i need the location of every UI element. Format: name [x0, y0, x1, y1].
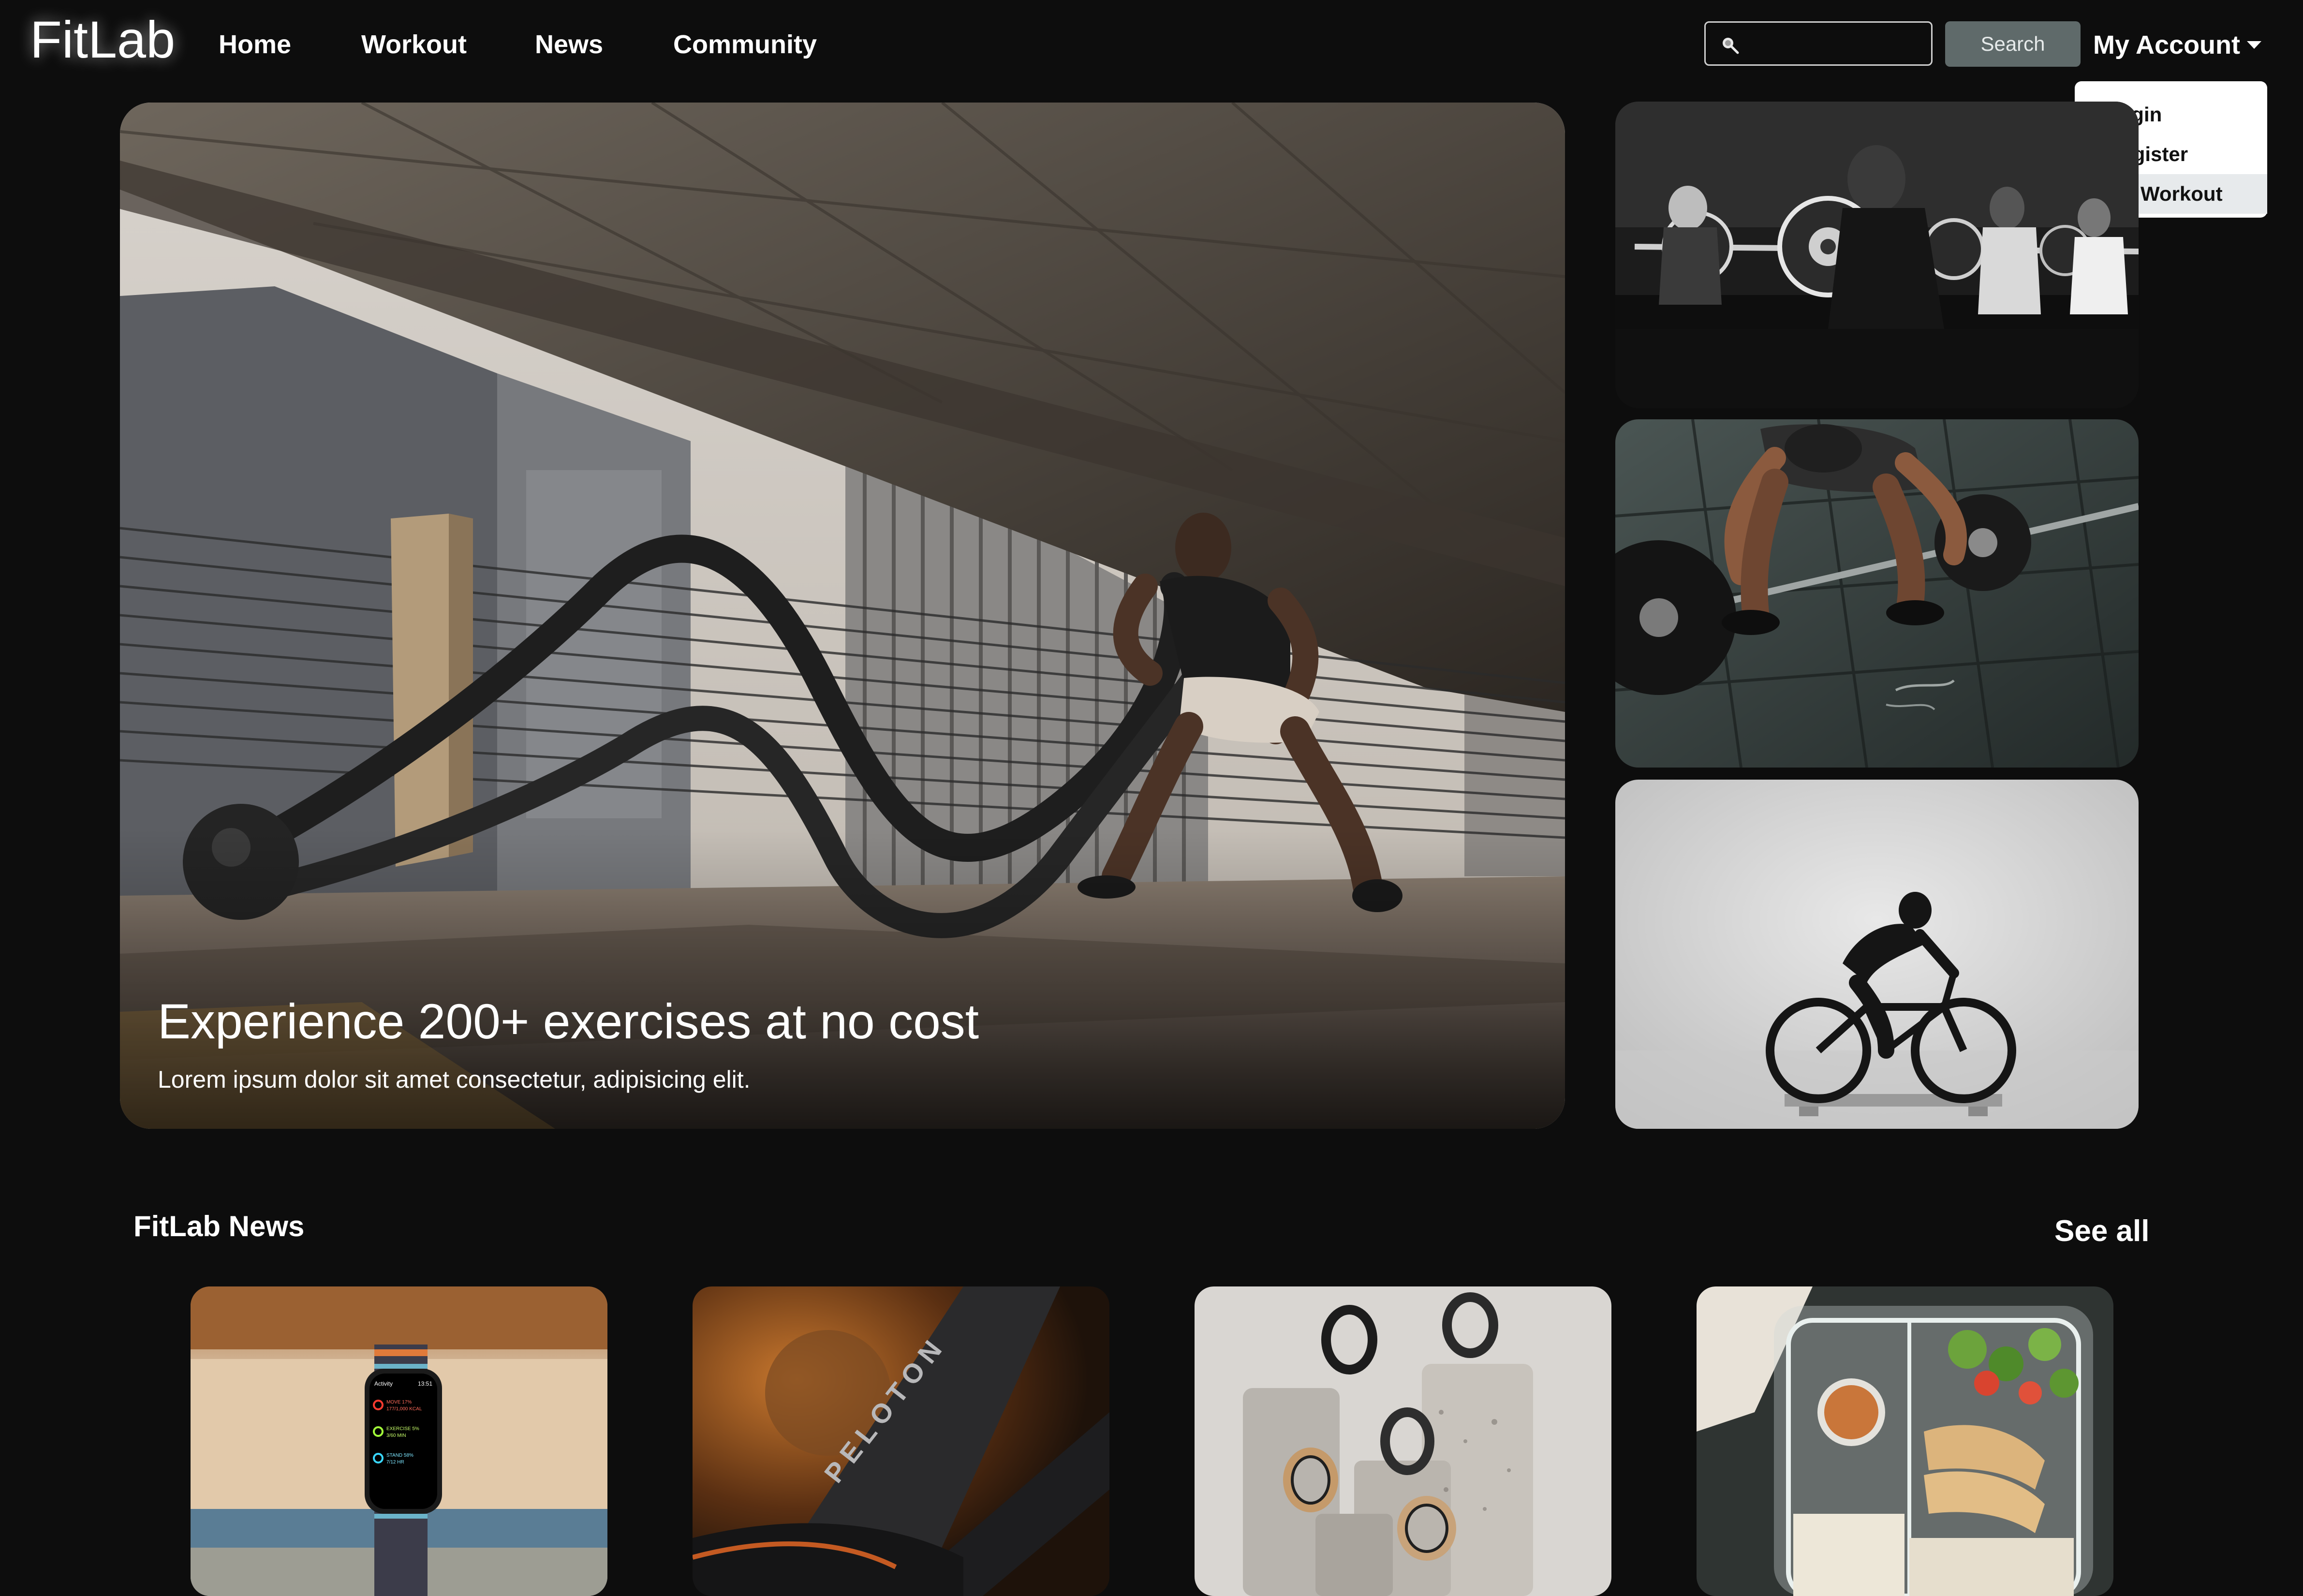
watch-move-label: MOVE 17%: [386, 1400, 412, 1405]
news-card-peloton[interactable]: PELOTON: [693, 1286, 1109, 1596]
hero-image-battle-ropes: [120, 103, 1565, 1129]
smart-rings-image: [1195, 1286, 1611, 1596]
brand-logo[interactable]: FitLab: [30, 11, 175, 69]
search-button[interactable]: Search: [1945, 21, 2081, 67]
my-account-dropdown-toggle[interactable]: My Account: [2093, 28, 2262, 62]
hero-carousel[interactable]: Experience 200+ exercises at no cost Lor…: [120, 103, 1565, 1129]
nav-link-community[interactable]: Community: [673, 29, 817, 60]
group-squat-image: [1615, 102, 2139, 408]
side-card-group-squat[interactable]: [1615, 102, 2139, 408]
hero-title: Experience 200+ exercises at no cost: [158, 994, 979, 1049]
news-card-smart-rings[interactable]: [1195, 1286, 1611, 1596]
watch-move-value: 177/1,000 KCAL: [386, 1406, 422, 1412]
side-card-deadlift[interactable]: [1615, 419, 2139, 768]
news-section-heading: FitLab News: [133, 1210, 305, 1242]
watch-time: 13:51: [418, 1380, 432, 1387]
my-account-label: My Account: [2093, 30, 2241, 59]
smartwatch-image: Activity 13:51 MOVE 17% 177/1,000 KCAL E…: [191, 1286, 607, 1596]
hero-subtitle: Lorem ipsum dolor sit amet consectetur, …: [158, 1066, 751, 1093]
nav-link-news[interactable]: News: [535, 29, 603, 60]
search-input[interactable]: [1749, 27, 1925, 61]
search-icon: [1723, 38, 1739, 54]
nav-link-home[interactable]: Home: [219, 29, 291, 60]
see-all-news-link[interactable]: See all: [2054, 1214, 2149, 1249]
navbar: FitLab Home Workout News Community Searc…: [0, 0, 2303, 218]
nav-link-workout[interactable]: Workout: [361, 29, 467, 60]
watch-stand-label: STAND 58%: [386, 1453, 413, 1458]
peloton-bike-image: PELOTON: [693, 1286, 1109, 1596]
deadlift-image: [1615, 419, 2139, 768]
search-box: [1704, 21, 1933, 66]
caret-down-icon: [2247, 41, 2262, 49]
watch-exercise-value: 3/60 MIN: [386, 1433, 406, 1438]
news-card-smartwatch[interactable]: Activity 13:51 MOVE 17% 177/1,000 KCAL E…: [191, 1286, 607, 1596]
watch-stand-value: 7/12 HR: [386, 1460, 404, 1465]
news-card-meal-prep[interactable]: [1697, 1286, 2113, 1596]
watch-exercise-label: EXERCISE 5%: [386, 1426, 419, 1432]
cycling-image: [1615, 780, 2139, 1129]
watch-app-label: Activity: [374, 1380, 393, 1387]
side-card-cycling[interactable]: [1615, 780, 2139, 1129]
meal-prep-image: [1697, 1286, 2113, 1596]
